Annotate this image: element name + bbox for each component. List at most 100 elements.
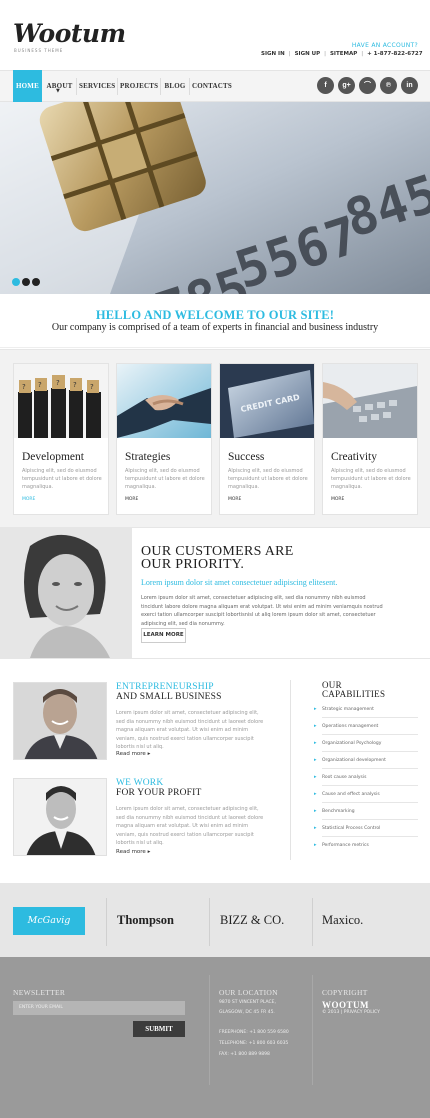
customers-text: Lorem ipsum dolor sit amet, consectetuer… xyxy=(141,595,383,627)
capability-item[interactable]: Performance metrics xyxy=(314,837,418,854)
article-title: ENTREPRENEURSHIP AND SMALL BUSINESS xyxy=(116,682,222,702)
svg-text:?: ? xyxy=(38,381,42,389)
sitemap-link[interactable]: SITEMAP xyxy=(330,51,357,57)
linkedin-icon[interactable]: in xyxy=(401,77,418,94)
site-tagline: BUSINESS THEME xyxy=(14,48,64,53)
newsletter-title: NEWSLETTER xyxy=(13,988,66,997)
footer-divider xyxy=(209,975,210,1085)
footer-divider xyxy=(312,975,313,1085)
svg-text:?: ? xyxy=(73,381,77,389)
link-separator: | xyxy=(324,51,326,57)
nav-blog[interactable]: BLOG xyxy=(163,71,187,102)
phone-number: + 1-877-822-6727 xyxy=(367,51,423,57)
capabilities-title: OUR CAPABILITIES xyxy=(322,681,385,699)
account-links: SIGN IN | SIGN UP | SITEMAP | + 1-877-822-6727 xyxy=(260,51,423,57)
feature-image-success: CREDIT CARD xyxy=(220,364,314,438)
customer-woman-image xyxy=(0,528,132,658)
svg-text:?: ? xyxy=(90,383,94,391)
chevron-down-icon: ▼ xyxy=(56,88,60,94)
welcome-subtitle: Our company is comprised of a team of ex… xyxy=(51,322,379,333)
address-line: 9870 ST VINCENT PLACE, xyxy=(219,1000,276,1005)
link-separator: | xyxy=(361,51,364,57)
more-link[interactable]: MORE xyxy=(22,497,35,502)
telephone-number: TELEPHONE: +1 800 603 6035 xyxy=(219,1041,289,1046)
article-text: Lorem ipsum dolor sit amet, consectetuer… xyxy=(116,806,264,846)
capability-item[interactable]: Organizational development xyxy=(314,752,418,769)
feature-text: Alpiscing elit, sed do eiusmod tempusidu… xyxy=(228,468,308,490)
location-title: OUR LOCATION xyxy=(219,988,278,997)
rss-icon[interactable]: ⌒ xyxy=(359,77,376,94)
feature-title: Creativity xyxy=(331,451,377,463)
main-nav: HOME ABOUT SERVICES PROJECTS BLOG CONTAC… xyxy=(0,70,430,102)
feature-card-success[interactable]: CREDIT CARD Success Alpiscing elit, sed … xyxy=(219,363,315,515)
feature-text: Alpiscing elit, sed do eiusmod tempusidu… xyxy=(125,468,205,490)
learn-more-button[interactable]: LEARN MORE xyxy=(141,628,186,643)
site-logo[interactable]: Wootum xyxy=(13,20,126,48)
submit-button[interactable]: SUBMIT xyxy=(133,1021,185,1037)
partner-logo-thompson[interactable]: Thompson xyxy=(117,913,174,928)
customers-lead: Lorem ipsum dolor sit amet consectetuer … xyxy=(141,578,338,587)
more-link[interactable]: MORE xyxy=(125,497,138,502)
newsletter-email-input[interactable]: ENTER YOUR EMAIL xyxy=(13,1001,185,1015)
privacy-policy-link[interactable]: © 2013 | PRIVACY POLICY xyxy=(322,1010,380,1015)
nav-services[interactable]: SERVICES xyxy=(79,71,115,102)
feature-image-creativity xyxy=(323,364,417,438)
feature-text: Alpiscing elit, sed do eiusmod tempusidu… xyxy=(331,468,411,490)
section-divider xyxy=(0,658,430,659)
partner-logo-maxico[interactable]: Maxico. xyxy=(322,913,363,928)
capability-item[interactable]: Statistical Process Control xyxy=(314,820,418,837)
freephone-number: FREEPHONE: +1 800 559 6580 xyxy=(219,1030,289,1035)
feature-title: Success xyxy=(228,451,265,463)
slider-dot[interactable] xyxy=(32,278,40,286)
capability-item[interactable]: Operations management xyxy=(314,718,418,735)
address-line: GLASGOW, DC 45 FR 45. xyxy=(219,1010,275,1015)
slider-dot-active[interactable] xyxy=(12,278,20,286)
feature-card-creativity[interactable]: Creativity Alpiscing elit, sed do eiusmo… xyxy=(322,363,418,515)
more-link[interactable]: MORE xyxy=(228,497,241,502)
feature-card-development[interactable]: ????? Development Alpiscing elit, sed do… xyxy=(13,363,109,515)
google-plus-icon[interactable]: g+ xyxy=(338,77,355,94)
nav-about[interactable]: ABOUT xyxy=(44,71,75,102)
nav-divider xyxy=(189,78,190,95)
feature-image-development: ????? xyxy=(14,364,108,438)
capability-item[interactable]: Organizational Psychology xyxy=(314,735,418,752)
article-title-line2: AND SMALL BUSINESS xyxy=(116,692,222,702)
feature-image-strategies xyxy=(117,364,211,438)
customers-title: OUR CUSTOMERS ARE OUR PRIORITY. xyxy=(141,545,294,572)
credit-card-chip-image: 0785 5567 8456 xyxy=(0,102,430,294)
fax-number: FAX: +1 800 889 9898 xyxy=(219,1052,270,1057)
facebook-icon[interactable]: f xyxy=(317,77,334,94)
hero-slider[interactable]: 0785 5567 8456 xyxy=(0,102,430,294)
feature-title: Development xyxy=(22,451,84,463)
capability-item[interactable]: Strategic management xyxy=(314,701,418,718)
feature-card-strategies[interactable]: Strategies Alpiscing elit, sed do eiusmo… xyxy=(116,363,212,515)
sign-up-link[interactable]: SIGN UP xyxy=(295,51,321,57)
article-image-entrepreneur xyxy=(13,682,107,760)
article-title-line2: FOR YOUR PROFIT xyxy=(116,788,202,798)
feature-text: Alpiscing elit, sed do eiusmod tempusidu… xyxy=(22,468,102,490)
have-account-link[interactable]: HAVE AN ACCOUNT? xyxy=(316,42,418,49)
more-link[interactable]: MORE xyxy=(331,497,344,502)
read-more-link[interactable]: Read more ▸ xyxy=(116,751,150,757)
partner-logo-mcgavig[interactable]: McGavig xyxy=(13,907,85,935)
article-text: Lorem ipsum dolor sit amet, consectetuer… xyxy=(116,710,264,750)
capability-item[interactable]: Cause and effect analysis xyxy=(314,786,418,803)
partner-logo-bizz[interactable]: BIZZ & CO. xyxy=(220,913,284,928)
customers-title-line2: OUR PRIORITY. xyxy=(141,557,245,572)
capability-item[interactable]: Root cause analysis xyxy=(314,769,418,786)
read-more-link[interactable]: Read more ▸ xyxy=(116,849,150,855)
slider-dot[interactable] xyxy=(22,278,30,286)
nav-divider xyxy=(117,78,118,95)
feature-title: Strategies xyxy=(125,451,171,463)
footer xyxy=(0,957,430,1118)
nav-contacts[interactable]: CONTACTS xyxy=(192,71,232,102)
footer-brand: WOOTUM xyxy=(322,1000,369,1010)
sign-in-link[interactable]: SIGN IN xyxy=(261,51,285,57)
capabilities-title-line2: CAPABILITIES xyxy=(322,689,386,699)
capability-item[interactable]: Benchmarking xyxy=(314,803,418,820)
pinterest-icon[interactable]: ℗ xyxy=(380,77,397,94)
nav-projects[interactable]: PROJECTS xyxy=(120,71,158,102)
svg-text:?: ? xyxy=(56,379,60,387)
partner-divider xyxy=(106,898,107,946)
nav-home[interactable]: HOME xyxy=(13,70,42,102)
